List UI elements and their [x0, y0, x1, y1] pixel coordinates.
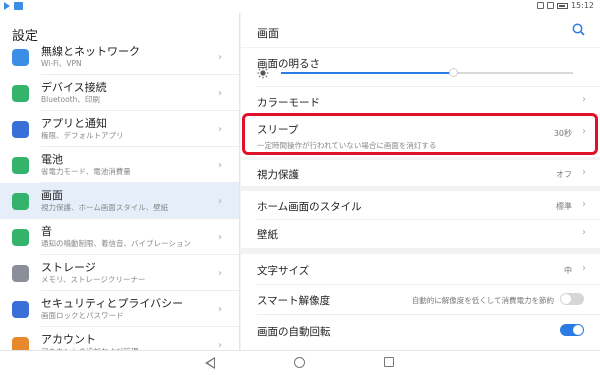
storage-icon — [12, 264, 29, 282]
text-size-value: 中 — [564, 266, 572, 275]
panel-header: 画面 — [241, 13, 600, 47]
eye-comfort-label: 視力保護 — [257, 169, 299, 181]
eye-comfort-group: 視力保護 オフ › — [241, 160, 600, 186]
home-style-row[interactable]: ホーム画面のスタイル 標準 › — [241, 191, 600, 219]
app-notification-icon — [14, 2, 23, 10]
chevron-right-icon: › — [218, 340, 222, 350]
sleep-highlight-box — [242, 113, 598, 155]
battery-status-icon — [556, 2, 568, 9]
sidebar-item-label: アカウント — [41, 333, 96, 346]
search-icon[interactable] — [572, 23, 585, 36]
home-style-label: ホーム画面のスタイル — [257, 201, 362, 213]
chevron-right-icon: › — [218, 196, 222, 207]
wifi-status-icon — [546, 2, 554, 9]
display-settings-panel: 画面 画面の明るさ カラーモード › スリープ 一定時間操作が行われていない場合… — [241, 13, 600, 350]
brightness-slider-knob[interactable] — [449, 68, 459, 77]
sidebar-item[interactable]: 画面 視力保護、ホーム画面スタイル、壁紙 › — [0, 183, 239, 219]
text-size-label: 文字サイズ — [257, 265, 310, 277]
sidebar-item-label: セキュリティとプライバシー — [41, 297, 184, 310]
navigation-bar — [0, 350, 600, 375]
shield-icon — [12, 300, 29, 318]
chevron-right-icon: › — [582, 167, 586, 178]
brightness-slider[interactable] — [281, 68, 573, 77]
account-icon — [12, 336, 29, 350]
eye-comfort-row[interactable]: 視力保護 オフ › — [241, 160, 600, 186]
wifi-icon — [12, 48, 29, 66]
sidebar-item-subtitle: 視力保護、ホーム画面スタイル、壁紙 — [41, 203, 169, 212]
battery-icon — [12, 156, 29, 174]
chevron-right-icon: › — [582, 263, 586, 274]
wallpaper-label: 壁紙 — [257, 229, 278, 241]
sidebar-item-subtitle: 画面ロックとパスワード — [41, 311, 124, 320]
recent-apps-icon[interactable] — [384, 357, 394, 367]
toggle-knob — [573, 325, 583, 335]
sidebar-item[interactable]: 電池 省電力モード、電池消費量 › — [0, 147, 239, 183]
chevron-right-icon: › — [218, 52, 222, 63]
sidebar-item-label: デバイス接続 — [41, 81, 107, 94]
device-connect-icon — [12, 84, 29, 102]
chevron-right-icon: › — [218, 160, 222, 171]
auto-rotate-row[interactable]: 画面の自動回転 — [241, 314, 600, 350]
auto-rotate-label: 画面の自動回転 — [257, 326, 331, 338]
settings-sidebar: 設定 無線とネットワーク Wi-Fi、VPN › デバイス接続 Bluetooth、印刷… — [0, 13, 240, 350]
sidebar-item-subtitle: Bluetooth、印刷 — [41, 95, 100, 104]
sidebar-list: 無線とネットワーク Wi-Fi、VPN › デバイス接続 Bluetooth、印刷 › アプ… — [0, 39, 239, 350]
sidebar-item[interactable]: セキュリティとプライバシー 画面ロックとパスワード › — [0, 291, 239, 327]
status-bar: 15:12 — [0, 0, 600, 13]
chevron-right-icon: › — [218, 88, 222, 99]
chevron-right-icon: › — [218, 268, 222, 279]
play-notification-icon — [4, 2, 10, 10]
brightness-slider-fill — [281, 72, 454, 74]
apps-icon — [12, 120, 29, 138]
home-style-group: ホーム画面のスタイル 標準 › 壁紙 › — [241, 191, 600, 248]
back-icon[interactable] — [205, 357, 215, 369]
sidebar-item[interactable]: 無線とネットワーク Wi-Fi、VPN › — [0, 39, 239, 75]
chevron-right-icon: › — [582, 199, 586, 210]
sidebar-item-subtitle: 通知の鳴動制限、着信音、バイブレーション — [41, 239, 191, 248]
sidebar-item-subtitle: Wi-Fi、VPN — [41, 59, 82, 68]
chevron-right-icon: › — [218, 304, 222, 315]
smart-resolution-toggle[interactable] — [560, 293, 584, 305]
vibrate-icon — [536, 2, 544, 9]
smart-resolution-row[interactable]: スマート解像度 自動的に解像度を低くして消費電力を節約 — [241, 284, 600, 314]
home-style-value: 標準 — [556, 202, 572, 211]
brightness-row: 画面の明るさ — [241, 52, 320, 71]
color-mode-row[interactable]: カラーモード › — [241, 86, 600, 114]
smart-resolution-description: 自動的に解像度を低くして消費電力を節約 — [411, 296, 554, 305]
clock: 15:12 — [570, 1, 594, 10]
sidebar-item-subtitle: 権限、デフォルトアプリ — [41, 131, 124, 140]
home-icon[interactable] — [294, 357, 305, 368]
sound-icon — [12, 228, 29, 246]
chevron-right-icon: › — [218, 124, 222, 135]
sidebar-item-subtitle: メモリ、ストレージクリーナー — [41, 275, 146, 284]
sidebar-item[interactable]: デバイス接続 Bluetooth、印刷 › — [0, 75, 239, 111]
text-size-row[interactable]: 文字サイズ 中 › — [241, 254, 600, 284]
sidebar-item-label: 無線とネットワーク — [41, 45, 140, 58]
sidebar-item-subtitle: 省電力モード、電池消費量 — [41, 167, 131, 176]
chevron-right-icon: › — [582, 94, 586, 105]
auto-rotate-toggle[interactable] — [560, 324, 584, 336]
sidebar-item-label: アプリと通知 — [41, 117, 107, 130]
chevron-right-icon: › — [582, 227, 586, 238]
sidebar-item[interactable]: アカウントアカウントの追加および管理› — [0, 327, 239, 350]
settings-app: 15:12 設定 無線とネットワーク Wi-Fi、VPN › デバイス接続 Blueto… — [0, 0, 600, 375]
page-title: 画面 — [257, 27, 279, 40]
brightness-icon — [257, 67, 269, 79]
sidebar-item-label: 電池 — [41, 153, 63, 166]
toggle-knob — [561, 294, 571, 304]
sidebar-item[interactable]: アプリと通知 権限、デフォルトアプリ › — [0, 111, 239, 147]
wallpaper-row[interactable]: 壁紙 › — [241, 219, 600, 248]
eye-comfort-value: オフ — [556, 170, 572, 179]
smart-resolution-label: スマート解像度 — [257, 295, 331, 307]
sidebar-item[interactable]: ストレージ メモリ、ストレージクリーナー › — [0, 255, 239, 291]
sidebar-item[interactable]: 音通知の鳴動制限、着信音、バイブレーション › — [0, 219, 239, 255]
chevron-right-icon: › — [218, 232, 222, 243]
color-mode-label: カラーモード — [257, 97, 320, 109]
text-display-group: 文字サイズ 中 › スマート解像度 自動的に解像度を低くして消費電力を節約 画面… — [241, 254, 600, 350]
sidebar-item-label: 画面 — [41, 189, 63, 202]
display-icon — [12, 192, 29, 210]
sidebar-item-label: ストレージ — [41, 261, 96, 274]
sidebar-item-label: 音 — [41, 225, 52, 238]
